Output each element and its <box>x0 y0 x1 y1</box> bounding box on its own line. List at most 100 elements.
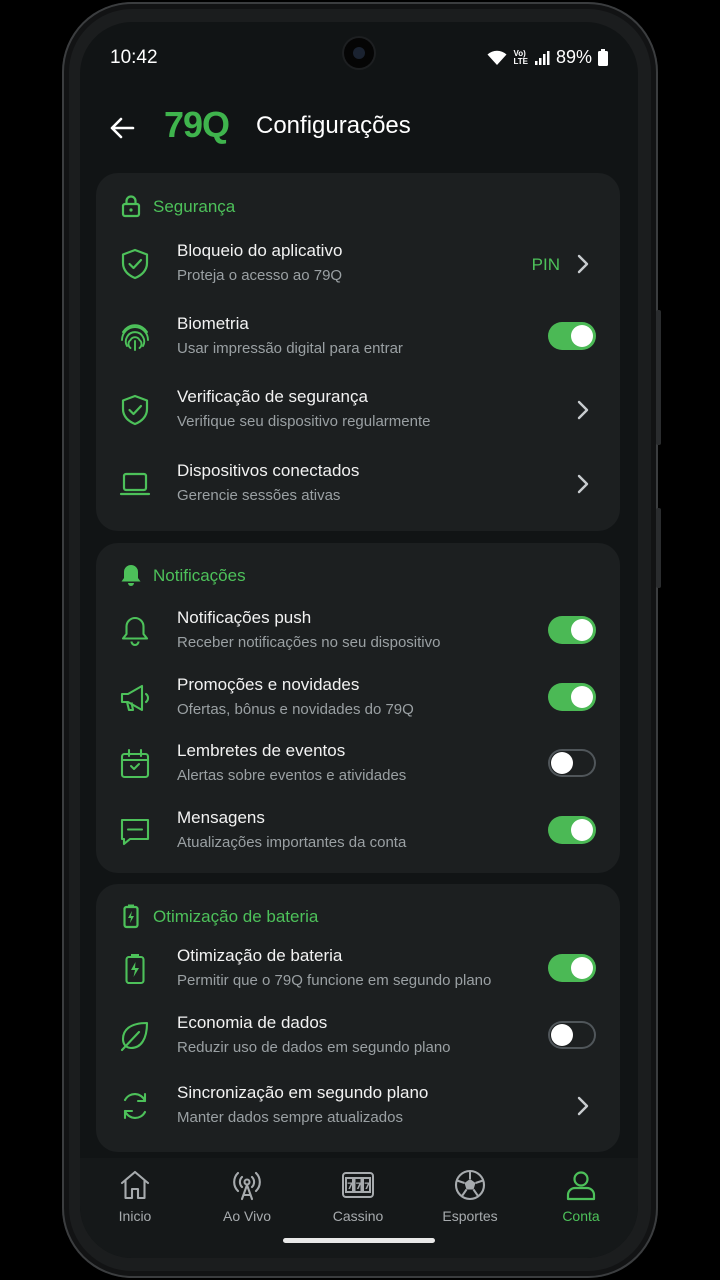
section-title-security: Segurança <box>153 197 236 216</box>
setting-subtitle: Verifique seu dispositivo regularmente <box>177 413 431 430</box>
svg-text:7: 7 <box>364 1182 370 1192</box>
setting-title: Notificações push <box>177 608 312 627</box>
toggle-knob <box>571 957 593 979</box>
setting-title: Bloqueio do aplicativo <box>177 241 343 260</box>
nav-label: Conta <box>562 1208 600 1224</box>
nav-label: Esportes <box>442 1208 498 1224</box>
setting-push-notifications[interactable]: Notificações push Receber notificações n… <box>96 600 620 664</box>
battery-optimization-toggle[interactable] <box>548 954 596 982</box>
setting-subtitle: Permitir que o 79Q funcione em segundo p… <box>177 972 492 989</box>
setting-title: Sincronização em segundo plano <box>177 1083 429 1102</box>
setting-subtitle: Alertas sobre eventos e atividades <box>177 767 407 784</box>
user-icon <box>566 1171 596 1201</box>
fingerprint-icon <box>121 324 149 351</box>
sync-icon <box>123 1092 147 1120</box>
lock-icon <box>121 195 141 218</box>
setting-event-reminders[interactable]: Lembretes de eventos Alertas sobre event… <box>96 733 620 797</box>
app-header: 79Q Configurações <box>80 100 638 156</box>
bottom-nav: Inicio Ao Vivo 777 Cassino Esportes Cont… <box>80 1158 638 1258</box>
bell-icon <box>121 616 149 647</box>
setting-background-sync[interactable]: Sincronização em segundo plano Manter da… <box>96 1075 620 1139</box>
setting-subtitle: Usar impressão digital para entrar <box>177 340 403 357</box>
setting-title: Mensagens <box>177 808 265 827</box>
power-button <box>656 508 661 588</box>
front-camera <box>344 38 374 68</box>
battery-charging-filled-icon <box>123 904 139 929</box>
home-icon <box>120 1170 150 1200</box>
setting-messages[interactable]: Mensagens Atualizações importantes da co… <box>96 800 620 864</box>
setting-title: Economia de dados <box>177 1013 328 1032</box>
nav-label: Cassino <box>332 1208 384 1224</box>
setting-connected-devices[interactable]: Dispositivos conectados Gerencie sessões… <box>96 453 620 517</box>
screen: 10:42 Vo) LTE 89% 79Q Configurações Segu… <box>80 22 638 1258</box>
setting-title: Dispositivos conectados <box>177 461 360 480</box>
nav-item-account[interactable]: Conta <box>531 1168 631 1224</box>
chevron-right-icon[interactable] <box>576 253 590 275</box>
status-bar: 10:42 Vo) LTE 89% <box>80 22 638 92</box>
setting-title: Promoções e novidades <box>177 675 360 694</box>
toggle-knob <box>551 1024 573 1046</box>
megaphone-icon <box>120 684 149 712</box>
volume-button <box>656 310 661 445</box>
laptop-icon <box>119 472 151 496</box>
event-reminders-toggle[interactable] <box>548 749 596 777</box>
leaf-icon <box>120 1021 149 1052</box>
nav-label: Inicio <box>118 1208 152 1224</box>
setting-subtitle: Gerencie sessões ativas <box>177 487 341 504</box>
status-time: 10:42 <box>110 47 158 68</box>
push-notifications-toggle[interactable] <box>548 616 596 644</box>
setting-data-saver[interactable]: Economia de dados Reduzir uso de dados e… <box>96 1005 620 1069</box>
toggle-knob <box>571 619 593 641</box>
nav-item-home[interactable]: Inicio <box>85 1168 185 1224</box>
nav-item-casino[interactable]: 777 Cassino <box>308 1168 408 1224</box>
setting-subtitle: Reduzir uso de dados em segundo plano <box>177 1039 451 1056</box>
data-saver-toggle[interactable] <box>548 1021 596 1049</box>
toggle-knob <box>571 819 593 841</box>
signal-icon <box>534 50 550 65</box>
setting-title: Lembretes de eventos <box>177 741 346 760</box>
setting-title: Biometria <box>177 314 249 333</box>
toggle-knob <box>551 752 573 774</box>
nav-item-live[interactable]: Ao Vivo <box>197 1168 297 1224</box>
toggle-knob <box>571 325 593 347</box>
setting-biometrics[interactable]: Biometria Usar impressão digital para en… <box>96 306 620 370</box>
lte-icon: Vo) LTE <box>513 48 528 66</box>
messages-toggle[interactable] <box>548 816 596 844</box>
nav-item-sports[interactable]: Esportes <box>420 1168 520 1224</box>
biometrics-toggle[interactable] <box>548 322 596 350</box>
battery-percent: 89% <box>555 47 592 67</box>
setting-subtitle: Manter dados sempre atualizados <box>177 1109 403 1126</box>
back-arrow-icon[interactable] <box>106 112 138 144</box>
setting-security-check[interactable]: Verificação de segurança Verifique seu d… <box>96 379 620 443</box>
setting-title: Verificação de segurança <box>177 387 368 406</box>
soccer-ball-icon <box>454 1169 486 1201</box>
message-icon <box>120 818 150 846</box>
notifications-card: Notificações Notificações push Receber n… <box>96 543 620 873</box>
promotions-toggle[interactable] <box>548 683 596 711</box>
brand-logo: 79Q <box>164 104 230 145</box>
chevron-right-icon[interactable] <box>576 1095 590 1117</box>
setting-subtitle: Receber notificações no seu dispositivo <box>177 634 441 651</box>
broadcast-icon <box>233 1171 261 1201</box>
svg-text:7: 7 <box>347 1182 353 1192</box>
status-icons: Vo) LTE 89% <box>487 47 608 68</box>
battery-icon <box>598 49 608 66</box>
svg-text:7: 7 <box>356 1182 362 1192</box>
page-title: Configurações <box>256 112 411 139</box>
chevron-right-icon[interactable] <box>576 399 590 421</box>
shield-check-icon <box>121 394 149 426</box>
wifi-icon <box>487 50 507 65</box>
setting-promotions[interactable]: Promoções e novidades Ofertas, bônus e n… <box>96 667 620 731</box>
shield-check-icon <box>121 248 149 280</box>
setting-subtitle: Atualizações importantes da conta <box>177 834 407 851</box>
bell-filled-icon <box>121 565 141 586</box>
chevron-right-icon[interactable] <box>576 473 590 495</box>
security-card: Segurança Bloqueio do aplicativo Proteja… <box>96 173 620 531</box>
setting-app-lock[interactable]: Bloqueio do aplicativo Proteja o acesso … <box>96 233 620 297</box>
home-indicator[interactable] <box>283 1238 435 1243</box>
setting-subtitle: Ofertas, bônus e novidades do 79Q <box>177 701 414 718</box>
section-title-battery: Otimização de bateria <box>153 907 319 926</box>
setting-battery-optimization[interactable]: Otimização de bateria Permitir que o 79Q… <box>96 938 620 1002</box>
section-title-notifications: Notificações <box>153 566 246 585</box>
setting-subtitle: Proteja o acesso ao 79Q <box>177 267 343 284</box>
